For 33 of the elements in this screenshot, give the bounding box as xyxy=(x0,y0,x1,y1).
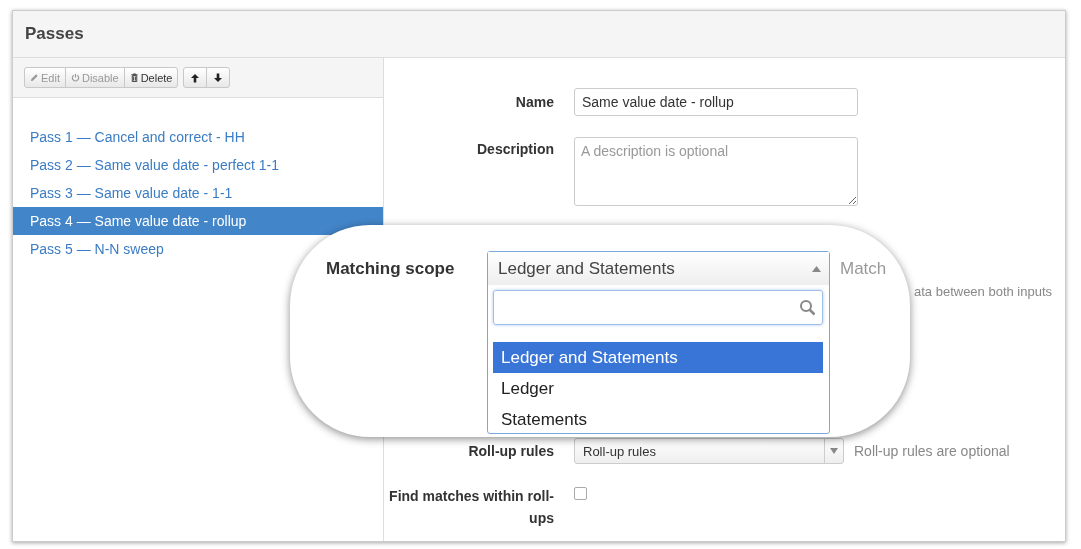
checkbox[interactable] xyxy=(574,487,587,500)
help-text: ata between both inputs xyxy=(914,284,1053,299)
caret-icon xyxy=(830,448,838,454)
pass-item[interactable]: Pass 3 — Same value date - 1-1 xyxy=(13,179,383,207)
field-label: Find matches within roll-ups xyxy=(388,487,554,528)
field-label: Description xyxy=(476,140,554,159)
help-text: Match xyxy=(840,259,887,279)
field-label: Roll-up rules xyxy=(467,442,554,461)
panel-title: Passes xyxy=(25,24,84,44)
search-field[interactable] xyxy=(493,290,823,325)
name-field[interactable]: Same value date - rollup xyxy=(574,88,858,116)
trash-icon xyxy=(129,73,139,82)
arrow-up-icon xyxy=(190,72,201,83)
pass-item[interactable]: Pass 2 — Same value date - perfect 1-1 xyxy=(13,151,383,179)
search-icon xyxy=(799,299,816,316)
caret-icon xyxy=(812,265,821,272)
dropdown-option[interactable]: Ledger and Statements xyxy=(493,342,823,373)
dropdown-option[interactable]: Statements xyxy=(493,404,823,435)
arrow-down-icon xyxy=(213,72,224,83)
pass-item[interactable]: Pass 4 — Same value date - rollup xyxy=(13,207,383,235)
rollup-select[interactable]: Roll-up rules xyxy=(574,438,844,464)
move-down-button[interactable] xyxy=(206,67,231,88)
dropdown-option[interactable]: Ledger xyxy=(493,373,823,404)
field-label: Matching scope xyxy=(326,259,456,279)
pass-item[interactable]: Pass 1 — Cancel and correct - HH xyxy=(13,123,383,151)
description-field[interactable]: A description is optional xyxy=(574,137,858,206)
pencil-icon xyxy=(30,73,39,82)
field-label: Name xyxy=(514,93,554,112)
scope-select[interactable]: Ledger and Statements xyxy=(488,252,829,285)
move-up-button[interactable] xyxy=(183,67,208,88)
toolbar-button[interactable]: Delete xyxy=(123,67,179,88)
power-icon xyxy=(70,73,80,82)
help-text: Roll-up rules are optional xyxy=(854,443,1010,459)
